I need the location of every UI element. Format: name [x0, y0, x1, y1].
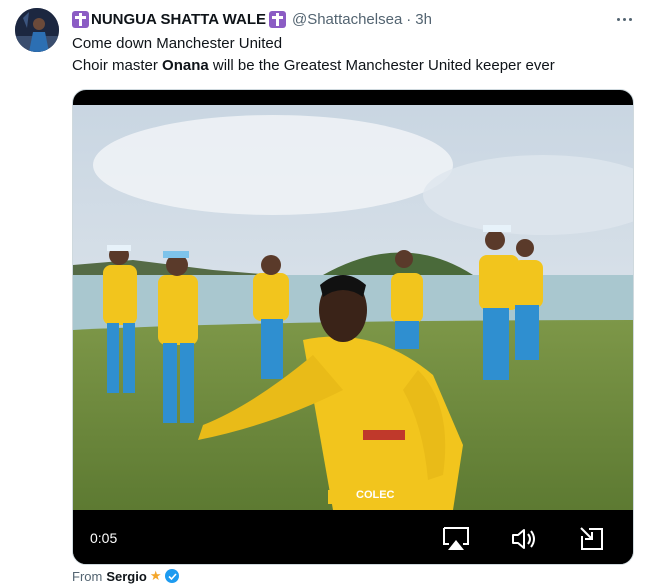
mention-bold: Onana [162, 57, 209, 74]
verified-badge-icon [165, 569, 180, 583]
user-handle[interactable]: @Shattachelsea [292, 11, 402, 28]
latin-cross-icon [268, 10, 286, 28]
video-player[interactable]: COLEC 0:05 [72, 89, 634, 565]
avatar[interactable] [15, 8, 59, 52]
tweet[interactable]: NUNGUA SHATTA WALE @Shattachelsea · 3h C… [0, 0, 650, 584]
airplay-icon[interactable] [441, 524, 471, 554]
exit-fullscreen-icon[interactable] [577, 524, 607, 554]
jersey-text: COLEC [356, 489, 395, 501]
source-attribution: From Sergio ★ [72, 568, 180, 584]
volume-icon[interactable] [509, 524, 539, 554]
separator-dot: · [406, 10, 412, 28]
more-horizontal-icon[interactable] [612, 10, 636, 28]
timestamp[interactable]: 3h [415, 11, 432, 28]
text-segment: will be the Greatest Manchester United k… [208, 57, 555, 74]
video-controls: 0:05 [73, 510, 633, 564]
tweet-text-line-2: Choir master Onana will be the Greatest … [72, 55, 632, 77]
tweet-text: Come down Manchester United Choir master… [72, 33, 632, 77]
video-timecode: 0:05 [90, 530, 118, 546]
latin-cross-icon [72, 10, 89, 28]
source-name[interactable]: Sergio [106, 569, 146, 584]
display-name[interactable]: NUNGUA SHATTA WALE [91, 11, 266, 28]
from-label: From [72, 568, 103, 584]
video-frame[interactable]: COLEC [73, 105, 634, 510]
text-segment: Choir master [72, 57, 163, 74]
star-icon: ★ [149, 568, 162, 583]
tweet-text-line-1: Come down Manchester United [72, 35, 283, 52]
tweet-header: NUNGUA SHATTA WALE @Shattachelsea · 3h [72, 8, 432, 30]
